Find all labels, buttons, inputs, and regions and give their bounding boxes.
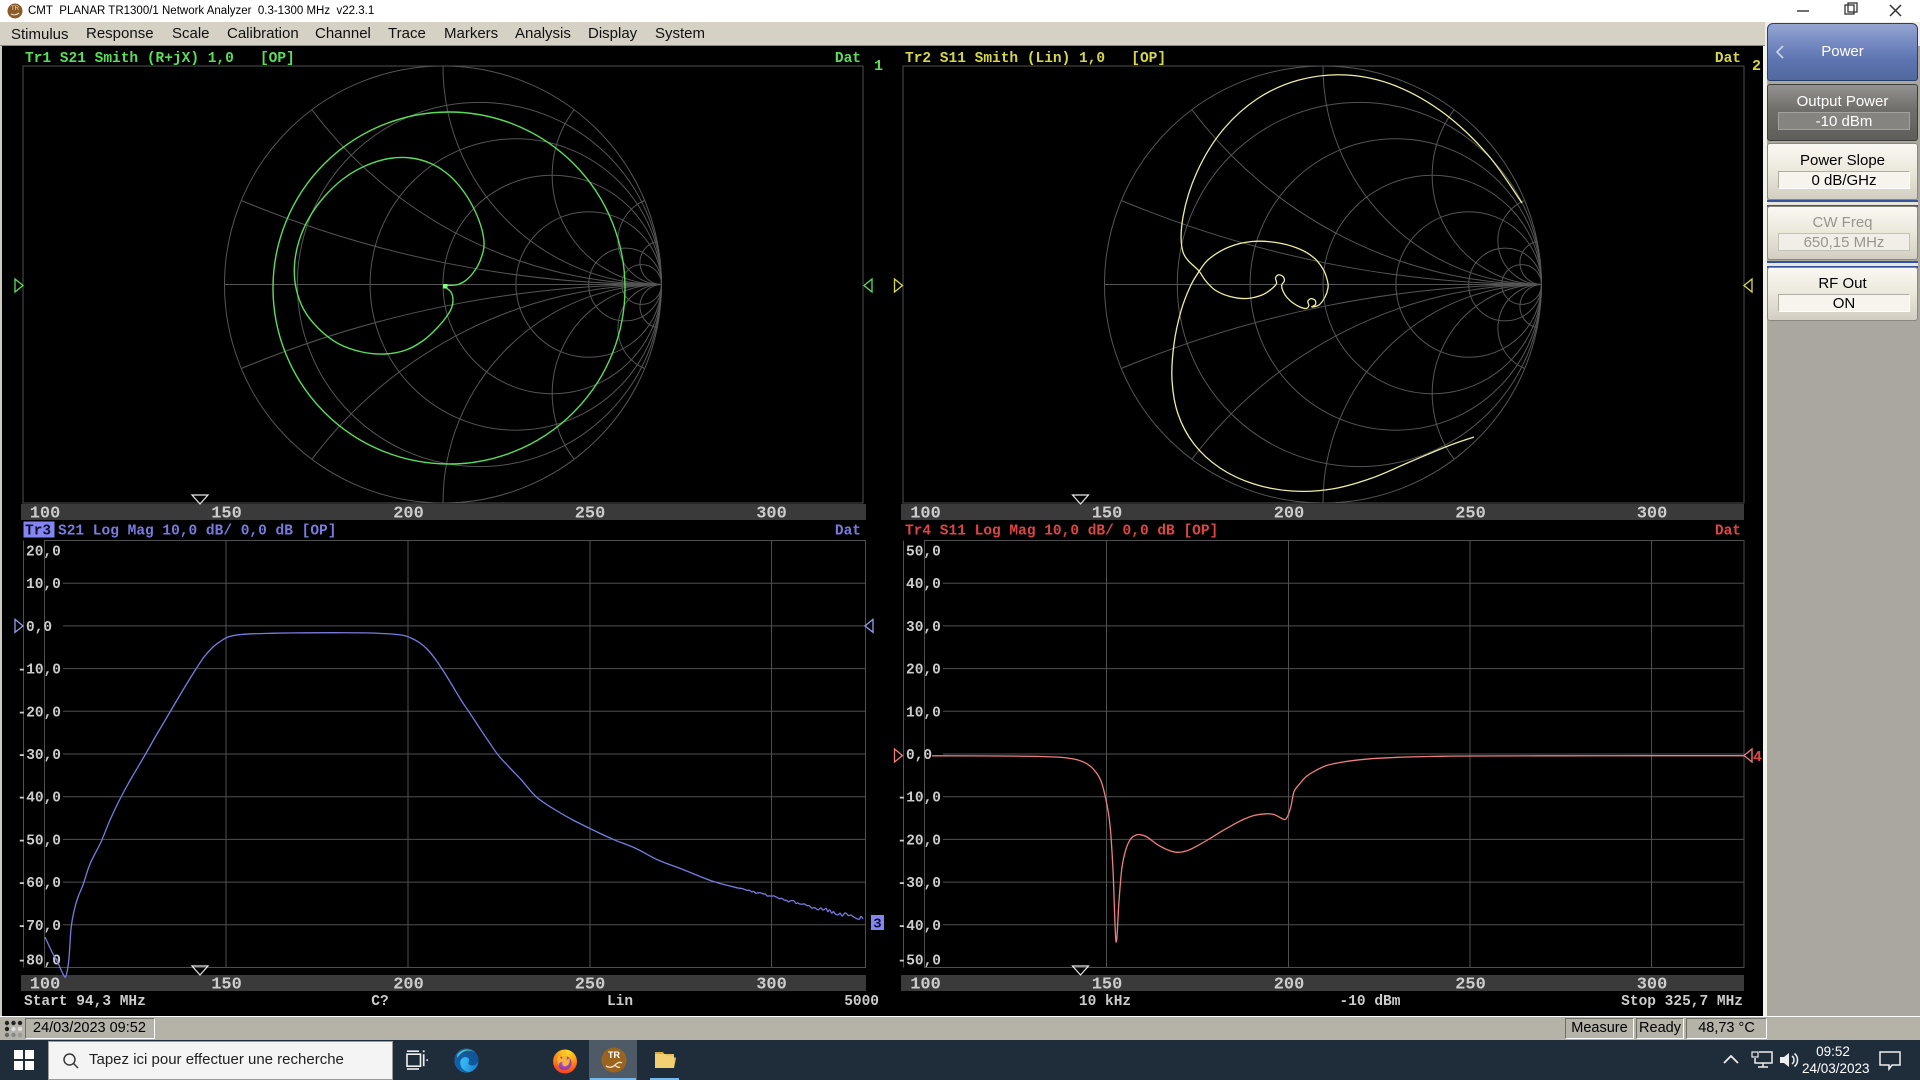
svg-text:1: 1 <box>874 58 883 75</box>
svg-text:Tr2 S11 Smith (Lin) 1,0 [OP]: Tr2 S11 Smith (Lin) 1,0 [OP] <box>905 51 1166 67</box>
svg-text:100: 100 <box>30 976 61 995</box>
svg-text:-10 dBm: -10 dBm <box>1340 994 1401 1010</box>
svg-text:-10,0: -10,0 <box>18 663 62 679</box>
svg-text:Dat: Dat <box>1715 51 1741 67</box>
svg-text:150: 150 <box>211 976 242 995</box>
svg-text:-20,0: -20,0 <box>898 833 942 849</box>
svg-text:3: 3 <box>873 917 881 933</box>
svg-text:250: 250 <box>1455 976 1486 995</box>
svg-text:S21 Log Mag 10,0 dB/ 0,0 dB [O: S21 Log Mag 10,0 dB/ 0,0 dB [OP] <box>58 524 336 540</box>
svg-text:150: 150 <box>1092 976 1123 995</box>
svg-text:Tr1 S21 Smith (R+jX) 1,0 [OP: Tr1 S21 Smith (R+jX) 1,0 [OP] <box>25 51 295 67</box>
svg-text:Stop 325,7 MHz: Stop 325,7 MHz <box>1621 994 1743 1010</box>
svg-text:-50,0: -50,0 <box>898 954 942 970</box>
svg-text:20,0: 20,0 <box>26 545 61 561</box>
svg-text:Dat: Dat <box>835 51 861 67</box>
svg-text:100: 100 <box>910 976 941 995</box>
svg-text:10 kHz: 10 kHz <box>1079 994 1131 1010</box>
svg-text:300: 300 <box>756 976 787 995</box>
svg-text:10,0: 10,0 <box>906 705 941 721</box>
svg-text:100: 100 <box>30 505 61 524</box>
svg-text:0,0: 0,0 <box>26 620 52 636</box>
svg-text:C?: C? <box>371 994 388 1010</box>
svg-text:-30,0: -30,0 <box>898 876 942 892</box>
svg-text:50,0: 50,0 <box>906 545 941 561</box>
svg-text:40,0: 40,0 <box>906 577 941 593</box>
svg-text:300: 300 <box>756 505 787 524</box>
svg-text:-10,0: -10,0 <box>898 791 942 807</box>
svg-text:200: 200 <box>393 505 424 524</box>
svg-text:0,0: 0,0 <box>906 748 932 764</box>
svg-text:2: 2 <box>1752 58 1761 75</box>
svg-text:150: 150 <box>1092 505 1123 524</box>
svg-text:5000: 5000 <box>844 994 879 1010</box>
svg-text:Dat: Dat <box>835 524 861 540</box>
svg-text:250: 250 <box>575 976 606 995</box>
svg-text:-30,0: -30,0 <box>18 748 62 764</box>
svg-text:-40,0: -40,0 <box>18 791 62 807</box>
svg-text:30,0: 30,0 <box>906 620 941 636</box>
svg-text:-70,0: -70,0 <box>18 919 62 935</box>
svg-text:250: 250 <box>575 505 606 524</box>
svg-text:-40,0: -40,0 <box>898 919 942 935</box>
svg-text:-50,0: -50,0 <box>18 833 62 849</box>
svg-text:4: 4 <box>1753 749 1762 766</box>
svg-text:Tr3: Tr3 <box>25 524 51 540</box>
svg-text:Tr4 S11 Log Mag 10,0 dB/ 0,0 d: Tr4 S11 Log Mag 10,0 dB/ 0,0 dB [OP] <box>905 524 1218 540</box>
svg-text:200: 200 <box>393 976 424 995</box>
svg-text:-20,0: -20,0 <box>18 705 62 721</box>
svg-text:150: 150 <box>211 505 242 524</box>
svg-text:20,0: 20,0 <box>906 663 941 679</box>
svg-text:-60,0: -60,0 <box>18 876 62 892</box>
svg-text:100: 100 <box>910 505 941 524</box>
svg-text:Lin: Lin <box>607 994 633 1010</box>
svg-text:300: 300 <box>1637 505 1668 524</box>
svg-text:Dat: Dat <box>1715 524 1741 540</box>
svg-text:TR: TR <box>608 1050 620 1060</box>
svg-text:250: 250 <box>1455 505 1486 524</box>
svg-text:200: 200 <box>1274 976 1305 995</box>
svg-text:10,0: 10,0 <box>26 577 61 593</box>
svg-text:300: 300 <box>1637 976 1668 995</box>
svg-text:Start 94,3 MHz: Start 94,3 MHz <box>24 994 146 1010</box>
svg-text:200: 200 <box>1274 505 1305 524</box>
